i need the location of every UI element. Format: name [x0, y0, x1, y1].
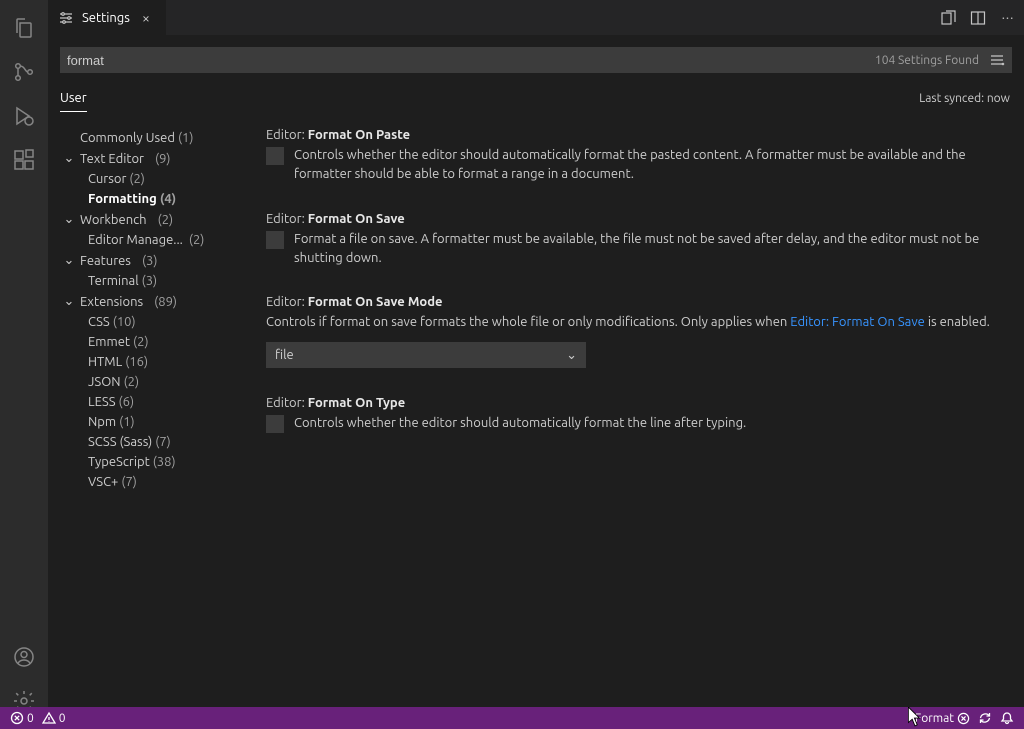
toc-commonly-used[interactable]: Commonly Used (1)	[62, 128, 258, 148]
tab-label: Settings	[82, 11, 130, 25]
checkbox-format-on-save[interactable]	[266, 231, 284, 249]
source-control-icon[interactable]	[0, 52, 48, 92]
open-settings-json-icon[interactable]	[940, 10, 956, 26]
checkbox-format-on-paste[interactable]	[266, 147, 284, 165]
accounts-icon[interactable]	[0, 637, 48, 677]
dropdown-value: file	[275, 348, 294, 362]
sync-status: Last synced: now	[919, 92, 1010, 105]
chevron-down-icon: ⌄	[62, 294, 76, 309]
toc-css[interactable]: CSS (10)	[62, 312, 258, 332]
toc-scss[interactable]: SCSS (Sass) (7)	[62, 432, 258, 452]
chevron-down-icon: ⌄	[62, 253, 76, 268]
settings-search-input[interactable]: 104 Settings Found	[60, 47, 1012, 73]
scope-tab-user[interactable]: User	[60, 85, 87, 112]
dropdown-format-on-save-mode[interactable]: file ⌄	[266, 342, 586, 368]
settings-tab-icon	[58, 10, 74, 26]
toc-typescript[interactable]: TypeScript (38)	[62, 452, 258, 472]
activity-bar	[0, 0, 48, 729]
settings-list: Editor: Format On Paste Controls whether…	[258, 116, 1024, 729]
link-format-on-save[interactable]: Editor: Format On Save	[790, 315, 925, 329]
setting-description: Controls whether the editor should autom…	[294, 414, 746, 433]
toc-terminal[interactable]: Terminal (3)	[62, 271, 258, 291]
chevron-down-icon: ⌄	[62, 151, 76, 166]
toc-formatting[interactable]: Formatting (4)	[62, 189, 258, 209]
chevron-down-icon: ⌄	[566, 348, 577, 363]
status-warnings[interactable]: 0	[42, 711, 66, 725]
explorer-icon[interactable]	[0, 8, 48, 48]
toc-editor-management[interactable]: Editor Manage... (2)	[62, 230, 258, 250]
toc-emmet[interactable]: Emmet (2)	[62, 332, 258, 352]
toc-npm[interactable]: Npm (1)	[62, 412, 258, 432]
status-format[interactable]: Format	[915, 712, 970, 725]
toc-cursor[interactable]: Cursor (2)	[62, 169, 258, 189]
search-result-count: 104 Settings Found	[875, 54, 979, 67]
status-sync-icon[interactable]	[978, 711, 992, 725]
setting-format-on-save-mode: Editor: Format On Save Mode Controls if …	[266, 295, 1006, 368]
settings-toc: Commonly Used (1) ⌄Text Editor (9) Curso…	[48, 116, 258, 729]
chevron-down-icon: ⌄	[62, 212, 76, 227]
tab-settings[interactable]: Settings ×	[48, 0, 166, 35]
toc-json[interactable]: JSON (2)	[62, 372, 258, 392]
toc-less[interactable]: LESS (6)	[62, 392, 258, 412]
toc-html[interactable]: HTML (16)	[62, 352, 258, 372]
setting-description: Controls whether the editor should autom…	[294, 146, 1006, 184]
setting-format-on-paste: Editor: Format On Paste Controls whether…	[266, 128, 1006, 184]
toc-workbench[interactable]: ⌄Workbench (2)	[62, 209, 258, 230]
filter-icon[interactable]	[989, 52, 1005, 68]
toc-extensions[interactable]: ⌄Extensions (89)	[62, 291, 258, 312]
checkbox-format-on-type[interactable]	[266, 415, 284, 433]
search-input-field[interactable]	[67, 53, 875, 68]
status-errors[interactable]: 0	[10, 711, 34, 725]
run-debug-icon[interactable]	[0, 96, 48, 136]
more-actions-icon[interactable]: ···	[1000, 10, 1016, 26]
toc-vscplus[interactable]: VSC+ (7)	[62, 472, 258, 492]
setting-description: Controls if format on save formats the w…	[266, 313, 1006, 332]
status-bell-icon[interactable]	[1000, 711, 1014, 725]
toc-features[interactable]: ⌄Features (3)	[62, 250, 258, 271]
toc-text-editor[interactable]: ⌄Text Editor (9)	[62, 148, 258, 169]
setting-format-on-type: Editor: Format On Type Controls whether …	[266, 396, 1006, 433]
close-icon[interactable]: ×	[138, 10, 154, 26]
extensions-icon[interactable]	[0, 140, 48, 180]
setting-description: Format a file on save. A formatter must …	[294, 230, 1006, 268]
status-bar: 0 0 Format	[0, 707, 1024, 729]
editor-tabs: Settings × ···	[48, 0, 1024, 35]
split-editor-icon[interactable]	[970, 10, 986, 26]
setting-format-on-save: Editor: Format On Save Format a file on …	[266, 212, 1006, 268]
